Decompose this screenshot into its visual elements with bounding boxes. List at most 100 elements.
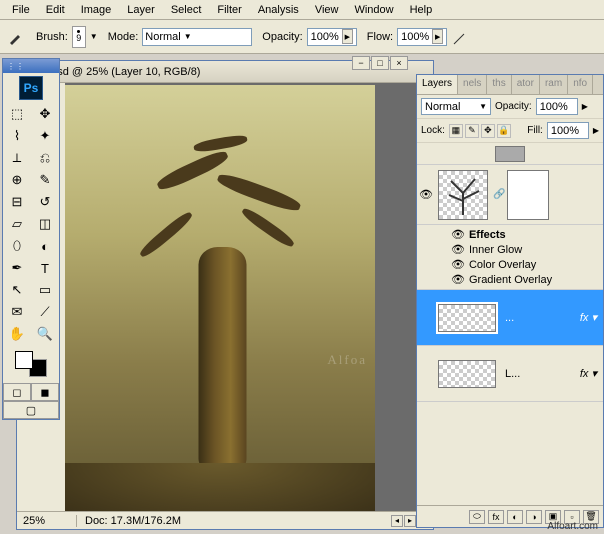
stamp-tool[interactable]: ⊟: [3, 191, 31, 213]
layer-list[interactable]: 👁 🔗 👁Effects 👁Inner Glow 👁Color Overlay …: [417, 143, 603, 503]
eye-icon[interactable]: 👁: [451, 243, 465, 256]
arrow-icon[interactable]: ▶: [582, 102, 588, 111]
adjustment-layer-icon[interactable]: ◑: [526, 510, 542, 524]
tools-header[interactable]: ⋮⋮: [3, 59, 59, 73]
fx-item[interactable]: Inner Glow: [469, 244, 522, 256]
blend-mode-select[interactable]: Normal▼: [142, 28, 252, 46]
tab-layers[interactable]: Layers: [417, 75, 458, 94]
layer-opacity-label: Opacity:: [495, 101, 532, 112]
zoom-field[interactable]: 25%: [17, 515, 77, 527]
minimize-icon[interactable]: −: [352, 56, 370, 70]
visibility-toggle[interactable]: 👁: [417, 188, 435, 201]
layer-item[interactable]: [417, 143, 603, 165]
eye-icon[interactable]: 👁: [451, 228, 465, 241]
link-icon[interactable]: 🔗: [493, 189, 505, 200]
opacity-arrow-icon[interactable]: ▶: [342, 29, 353, 44]
tab-paths[interactable]: ths: [487, 75, 511, 94]
menu-view[interactable]: View: [307, 1, 347, 19]
fx-badge[interactable]: fx ▾: [580, 311, 597, 324]
menu-analysis[interactable]: Analysis: [250, 1, 307, 19]
layer-blend-mode[interactable]: Normal▼: [421, 98, 491, 115]
layer-mask-icon[interactable]: ◐: [507, 510, 523, 524]
menu-image[interactable]: Image: [73, 1, 120, 19]
dodge-tool[interactable]: ◐: [31, 235, 59, 257]
lock-position-icon[interactable]: ✥: [481, 124, 495, 138]
layer-thumb[interactable]: [438, 304, 496, 332]
layer-item[interactable]: 👁 🔗: [417, 165, 603, 225]
lasso-tool[interactable]: ⌇: [3, 125, 31, 147]
history-brush-tool[interactable]: ↺: [31, 191, 59, 213]
menu-help[interactable]: Help: [402, 1, 441, 19]
tab-info[interactable]: nfo: [568, 75, 593, 94]
close-icon[interactable]: ×: [390, 56, 408, 70]
canvas[interactable]: Alfoa: [65, 85, 375, 511]
fx-item[interactable]: Gradient Overlay: [469, 274, 552, 286]
layer-thumb[interactable]: [495, 146, 525, 162]
doc-info[interactable]: Doc: 17.3M/176.2M: [77, 515, 189, 527]
lock-transparency-icon[interactable]: ▦: [449, 124, 463, 138]
layer-thumb[interactable]: [438, 170, 488, 220]
screen-mode-icon[interactable]: ▢: [3, 401, 59, 419]
layer-name[interactable]: L...: [505, 368, 520, 380]
lock-pixels-icon[interactable]: ✎: [465, 124, 479, 138]
eyedropper-tool[interactable]: ⟋: [31, 301, 59, 323]
layer-opacity-input[interactable]: 100%: [536, 98, 578, 115]
canvas-area[interactable]: Alfoa: [65, 83, 429, 511]
layer-name[interactable]: ...: [505, 312, 514, 324]
lock-all-icon[interactable]: 🔒: [497, 124, 511, 138]
flow-arrow-icon[interactable]: ▶: [432, 29, 443, 44]
slice-tool[interactable]: ⎌: [31, 147, 59, 169]
layer-item[interactable]: L... fx ▾: [417, 346, 603, 402]
flow-input[interactable]: 100%▶: [397, 28, 447, 46]
fx-badge[interactable]: fx ▾: [580, 367, 597, 380]
quickmask-mode-icon[interactable]: ◼: [31, 383, 59, 401]
foreground-color[interactable]: [15, 351, 33, 369]
scroll-right-icon[interactable]: ▸: [404, 515, 416, 527]
layer-mask[interactable]: [507, 170, 549, 220]
marquee-tool[interactable]: ⬚: [3, 103, 31, 125]
tab-navigator[interactable]: ator: [512, 75, 540, 94]
layer-item-selected[interactable]: ... fx ▾: [417, 290, 603, 346]
standard-mode-icon[interactable]: ◻: [3, 383, 31, 401]
tools-palette: ⋮⋮ Ps ⬚ ✥ ⌇ ✦ ⟂ ⎌ ⊕ ✎ ⊟ ↺ ▱ ◫ ⬯ ◐ ✒ T ↖ …: [2, 58, 60, 420]
color-swatches[interactable]: [3, 345, 59, 383]
eraser-tool[interactable]: ▱: [3, 213, 31, 235]
menu-window[interactable]: Window: [346, 1, 401, 19]
blur-tool[interactable]: ⬯: [3, 235, 31, 257]
brush-preset-picker[interactable]: 9: [72, 26, 86, 48]
pen-tool[interactable]: ✒: [3, 257, 31, 279]
type-tool[interactable]: T: [31, 257, 59, 279]
fx-item[interactable]: Color Overlay: [469, 259, 536, 271]
brush-tool[interactable]: ✎: [31, 169, 59, 191]
menu-layer[interactable]: Layer: [119, 1, 163, 19]
brush-tool-icon[interactable]: [6, 27, 26, 47]
menu-file[interactable]: File: [4, 1, 38, 19]
airbrush-icon[interactable]: [451, 27, 471, 47]
layer-style-icon[interactable]: fx: [488, 510, 504, 524]
eye-icon[interactable]: 👁: [451, 273, 465, 286]
scroll-left-icon[interactable]: ◂: [391, 515, 403, 527]
menu-filter[interactable]: Filter: [209, 1, 249, 19]
shape-tool[interactable]: ▭: [31, 279, 59, 301]
gradient-tool[interactable]: ◫: [31, 213, 59, 235]
layer-fill-input[interactable]: 100%: [547, 122, 589, 139]
arrow-icon[interactable]: ▶: [593, 126, 599, 135]
eye-icon[interactable]: 👁: [451, 258, 465, 271]
hand-tool[interactable]: ✋: [3, 323, 31, 345]
zoom-tool[interactable]: 🔍: [31, 323, 59, 345]
tab-channels[interactable]: nels: [458, 75, 487, 94]
crop-tool[interactable]: ⟂: [3, 147, 31, 169]
wand-tool[interactable]: ✦: [31, 125, 59, 147]
opacity-input[interactable]: 100%▶: [307, 28, 357, 46]
menu-select[interactable]: Select: [163, 1, 210, 19]
tab-histogram[interactable]: ram: [540, 75, 568, 94]
heal-tool[interactable]: ⊕: [3, 169, 31, 191]
layer-thumb[interactable]: [438, 360, 496, 388]
notes-tool[interactable]: ✉: [3, 301, 31, 323]
menu-edit[interactable]: Edit: [38, 1, 73, 19]
move-tool[interactable]: ✥: [31, 103, 59, 125]
brush-dropdown-icon[interactable]: ▼: [90, 32, 98, 41]
path-select-tool[interactable]: ↖: [3, 279, 31, 301]
link-layers-icon[interactable]: ⬭: [469, 510, 485, 524]
maximize-icon[interactable]: □: [371, 56, 389, 70]
